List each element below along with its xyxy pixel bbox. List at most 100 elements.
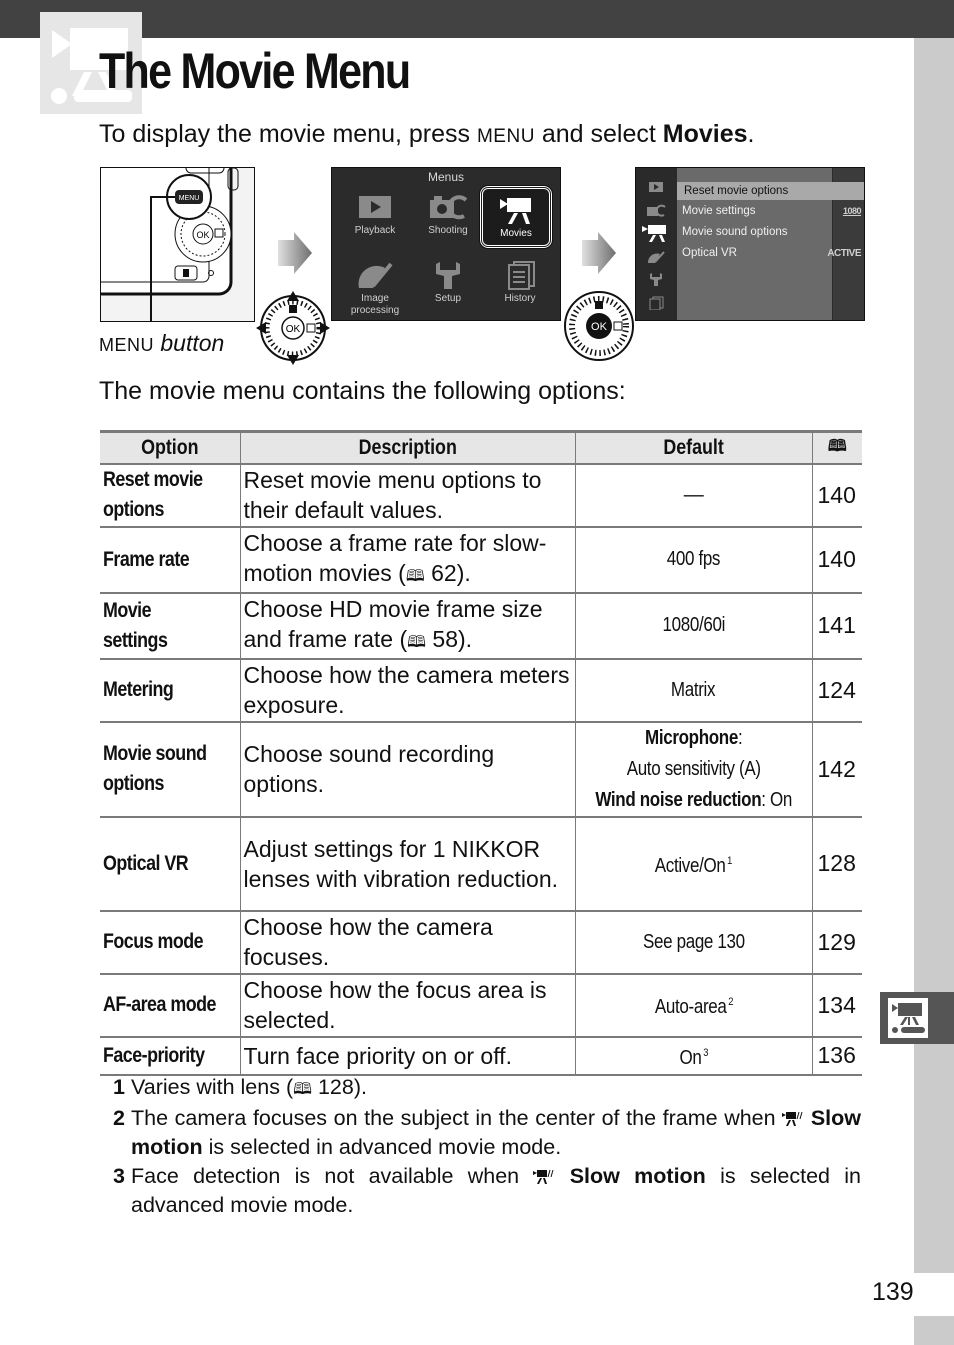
intro-prefix: To display the movie menu, press	[99, 120, 477, 148]
side-strip-bottom	[914, 1316, 954, 1345]
screen-row-optical-vr: Optical VR	[682, 247, 737, 259]
menu-button-label-small: MENU	[179, 195, 200, 202]
footnote-2: 2 The camera focuses on the subject in t…	[113, 1106, 861, 1159]
option-cell: Optical VR	[100, 816, 240, 912]
page-title: The Movie Menu	[99, 43, 411, 99]
default-cell: Microphone: Auto sensitivity (A) Wind nois…	[574, 721, 812, 818]
table-header-row: Option Description Default 🕮	[100, 430, 862, 465]
page-number: 139	[872, 1278, 914, 1306]
movie-camera-icon	[496, 195, 536, 225]
default-cell: Matrix	[574, 658, 812, 723]
table-row: Metering Choose how the camera meters ex…	[100, 658, 862, 723]
page-cell: 134	[811, 973, 862, 1038]
movie-camera-icon	[888, 998, 928, 1038]
page-cell: 128	[811, 816, 862, 912]
slow-motion-movie-icon	[533, 1164, 555, 1184]
movie-menu-options-table: Option Description Default 🕮 Reset movie…	[100, 430, 862, 1076]
page-cell: 136	[811, 1036, 862, 1076]
default-cell: See page 130	[574, 910, 812, 975]
intro-middle: and select	[534, 120, 663, 148]
menu-button-caption: MENU button	[99, 330, 224, 357]
table-row: Face-priority Turn face priority on or o…	[100, 1036, 862, 1076]
arrow-right-icon	[278, 232, 312, 274]
playback-icon	[355, 192, 395, 222]
book-icon: 🕮	[407, 633, 427, 651]
default-cell: On 3	[574, 1036, 812, 1076]
description-cell: Choose sound recording options.	[239, 721, 575, 818]
menu-key-caption: MENU	[99, 335, 154, 355]
menu-item-shooting: Shooting	[412, 192, 484, 237]
description-cell: Reset movie menu options to their defaul…	[239, 463, 575, 528]
movies-label: Movies	[662, 120, 748, 148]
menu-item-history: History	[484, 260, 556, 305]
table-row: Movie settings Choose HD movie frame siz…	[100, 592, 862, 660]
menu-item-setup: Setup	[412, 260, 484, 305]
svg-text:OK: OK	[286, 324, 301, 335]
intro-text: To display the movie menu, press MENU an…	[99, 118, 755, 151]
option-cell: Frame rate	[100, 526, 240, 594]
book-icon: 🕮	[293, 1081, 312, 1098]
default-cell: Active/On 1	[574, 816, 812, 912]
history-icon	[500, 260, 540, 290]
setup-wrench-icon	[428, 260, 468, 290]
option-cell: Movie sound options	[100, 721, 240, 818]
book-icon: 🕮	[405, 567, 425, 585]
description-cell: Choose HD movie frame size and frame rat…	[239, 592, 575, 660]
default-cell: 1080/60i	[574, 592, 812, 660]
intro-suffix: .	[747, 120, 755, 148]
table-row: Reset movie options Reset movie menu opti…	[100, 463, 862, 528]
screen-row-reset-movie-options: Reset movie options	[677, 182, 864, 200]
movie-camera-icon	[642, 224, 670, 242]
image-processing-icon	[355, 260, 395, 290]
page-cell: 142	[811, 721, 862, 818]
top-bar	[0, 0, 954, 38]
history-icon	[646, 296, 666, 310]
option-cell: Movie settings	[100, 592, 240, 660]
default-cell: 400 fps	[574, 526, 812, 594]
side-strip	[914, 38, 954, 1273]
button-word: button	[160, 330, 225, 356]
playback-icon	[646, 180, 666, 194]
menu-key-label: MENU	[476, 126, 535, 147]
page-cell: 140	[811, 463, 862, 528]
description-cell: Choose how the camera focuses.	[239, 910, 575, 975]
menu-item-playback: Playback	[339, 192, 411, 237]
multi-selector-dial-icon: OK	[256, 291, 330, 365]
page-cell: 141	[811, 592, 862, 660]
multi-selector-dial-ok-icon: OK	[562, 289, 636, 363]
description-cell: Adjust settings for 1 NIKKOR lenses with…	[239, 816, 575, 912]
page-cell: 124	[811, 658, 862, 723]
footnote-1: 1 Varies with lens (🕮 128).	[113, 1075, 367, 1099]
header-page: 🕮	[811, 430, 862, 465]
screen-row-movie-settings: Movie settings	[682, 205, 756, 217]
option-cell: AF-area mode	[100, 973, 240, 1038]
screen-row-movie-settings-value: 1080	[842, 206, 862, 216]
ok-label: OK	[196, 230, 209, 240]
table-row: Focus mode Choose how the camera focuses…	[100, 910, 862, 975]
menu-item-movies: Movies	[479, 185, 553, 249]
default-cell: —	[574, 463, 812, 528]
description-cell: Turn face priority on or off.	[239, 1036, 575, 1076]
camera-back-illustration: OK MENU	[100, 167, 255, 322]
table-row: AF-area mode Choose how the focus area i…	[100, 973, 862, 1038]
option-cell: Face-priority	[100, 1036, 240, 1076]
chapter-side-tab[interactable]	[880, 992, 954, 1044]
option-cell: Reset movie options	[100, 463, 240, 528]
contains-text: The movie menu contains the following op…	[99, 377, 626, 405]
shooting-icon	[646, 203, 666, 217]
header-description: Description	[239, 430, 575, 465]
footnote-3: 3 Face detection is not available when S…	[113, 1164, 861, 1217]
slow-motion-movie-icon	[782, 1106, 804, 1126]
menu-item-image-processing: Image processing	[339, 260, 411, 316]
footnotes: 1 Varies with lens (🕮 128). 2 The camera…	[113, 1073, 861, 1220]
option-cell: Metering	[100, 658, 240, 723]
image-processing-icon	[646, 250, 666, 264]
book-icon: 🕮	[827, 438, 847, 456]
header-default: Default	[574, 430, 812, 465]
page-cell: 140	[811, 526, 862, 594]
screen-row-optical-vr-value: ACTIVE	[827, 248, 861, 259]
menus-screen: Menus Playback Shooting Movies Image pro…	[331, 167, 561, 321]
description-cell: Choose how the camera meters exposure.	[239, 658, 575, 723]
description-cell: Choose how the focus area is selected.	[239, 973, 575, 1038]
default-cell: Auto-area 2	[574, 973, 812, 1038]
